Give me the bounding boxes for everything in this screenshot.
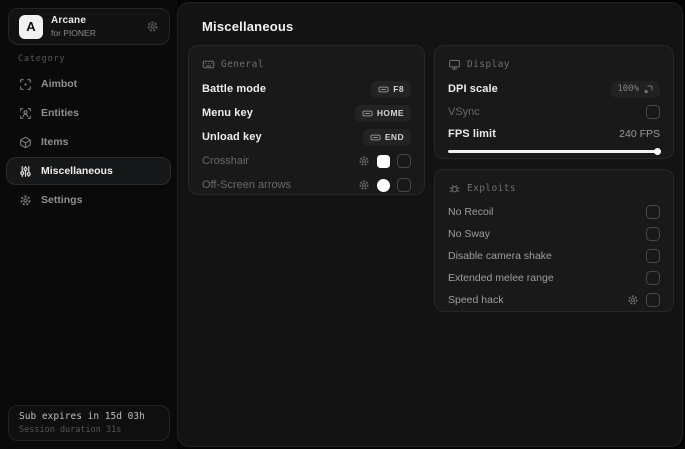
unload-key-row: Unload key END [202, 125, 411, 149]
app-window: A Arcane for PIONER Category Aimbot Enti… [0, 0, 685, 449]
fps-limit-label: FPS limit [448, 128, 496, 140]
crosshair-row: Crosshair [202, 149, 411, 173]
menu-key-keybind[interactable]: HOME [354, 104, 411, 122]
extended-melee-range-row: Extended melee range [448, 267, 660, 289]
fps-limit-slider[interactable] [448, 148, 661, 155]
offscreen-arrows-row: Off-Screen arrows [202, 173, 411, 197]
panel-title: Exploits [467, 182, 516, 194]
dpi-scale-row: DPI scale 100% [448, 77, 660, 101]
keyboard-icon [370, 132, 381, 143]
sidebar-item-items[interactable]: Items [6, 128, 171, 156]
extended-melee-range-checkbox[interactable] [646, 271, 660, 285]
offscreen-arrows-checkbox[interactable] [397, 178, 411, 192]
crosshair-color-swatch[interactable] [377, 154, 390, 168]
sidebar-item-label: Miscellaneous [41, 165, 113, 177]
no-recoil-checkbox[interactable] [646, 205, 660, 219]
app-logo-card: A Arcane for PIONER [8, 8, 170, 45]
fps-limit-value: 240 FPS [619, 128, 660, 140]
monitor-icon [448, 58, 461, 71]
sidebar: A Arcane for PIONER Category Aimbot Enti… [0, 0, 177, 449]
bug-icon [448, 182, 461, 195]
battle-mode-keybind[interactable]: F8 [371, 80, 411, 98]
sidebar-item-label: Items [41, 136, 69, 148]
no-sway-label: No Sway [448, 228, 491, 240]
keyboard-icon [362, 108, 373, 119]
display-panel-header: Display [448, 57, 660, 71]
crosshair-settings-gear-icon[interactable] [358, 155, 370, 167]
disable-camera-shake-label: Disable camera shake [448, 250, 552, 262]
general-panel: General Battle mode F8 Menu key HOME Unl… [188, 45, 425, 195]
disable-camera-shake-checkbox[interactable] [646, 249, 660, 263]
exploits-panel: Exploits No Recoil No Sway Disable camer… [434, 169, 674, 312]
general-panel-header: General [202, 57, 411, 71]
panel-title: General [221, 58, 264, 70]
app-subtitle: for PIONER [51, 28, 96, 38]
page-title: Miscellaneous [202, 19, 294, 34]
subscription-status-card: Sub expires in 15d 03h Session duration … [8, 405, 170, 441]
sidebar-item-label: Aimbot [41, 78, 78, 90]
battle-mode-row: Battle mode F8 [202, 77, 411, 101]
scale-icon [643, 84, 654, 95]
unload-key-keybind[interactable]: END [362, 128, 411, 146]
vsync-checkbox[interactable] [646, 105, 660, 119]
no-recoil-row: No Recoil [448, 201, 660, 223]
keyboard-icon [378, 84, 389, 95]
vsync-label: VSync [448, 106, 480, 118]
sub-expiry-text: Sub expires in 15d 03h [19, 411, 145, 422]
sliders-icon [19, 165, 32, 178]
gear-icon [19, 194, 32, 207]
sidebar-item-settings[interactable]: Settings [6, 186, 171, 214]
dpi-scale-button[interactable]: 100% [611, 80, 660, 98]
offscreen-arrows-color-swatch[interactable] [377, 178, 390, 192]
scan-target-icon [19, 78, 32, 91]
category-label: Category [18, 54, 66, 64]
keyboard-icon [202, 58, 215, 71]
keybind-value: END [384, 132, 404, 142]
menu-key-label: Menu key [202, 107, 253, 119]
speed-hack-settings-gear-icon[interactable] [627, 294, 639, 306]
unload-key-label: Unload key [202, 131, 262, 143]
sidebar-item-label: Entities [41, 107, 79, 119]
extended-melee-range-label: Extended melee range [448, 272, 554, 284]
settings-gear-icon[interactable] [146, 20, 159, 33]
offscreen-arrows-label: Off-Screen arrows [202, 179, 292, 191]
keybind-value: HOME [376, 108, 404, 118]
sidebar-item-miscellaneous[interactable]: Miscellaneous [6, 157, 171, 185]
crosshair-checkbox[interactable] [397, 154, 411, 168]
fps-limit-row: FPS limit 240 FPS [448, 123, 660, 145]
speed-hack-label: Speed hack [448, 294, 504, 306]
offscreen-arrows-settings-gear-icon[interactable] [358, 179, 370, 191]
no-recoil-label: No Recoil [448, 206, 494, 218]
speed-hack-checkbox[interactable] [646, 293, 660, 307]
disable-camera-shake-row: Disable camera shake [448, 245, 660, 267]
keybind-value: F8 [393, 84, 404, 94]
dpi-scale-label: DPI scale [448, 83, 498, 95]
dpi-scale-value: 100% [617, 84, 639, 94]
app-name: Arcane [51, 15, 87, 26]
no-sway-row: No Sway [448, 223, 660, 245]
crosshair-label: Crosshair [202, 155, 250, 167]
panel-title: Display [467, 58, 510, 70]
battle-mode-label: Battle mode [202, 83, 267, 95]
sidebar-nav: Aimbot Entities Items Miscellaneous Sett… [0, 70, 177, 215]
exploits-panel-header: Exploits [448, 181, 660, 195]
menu-key-row: Menu key HOME [202, 101, 411, 125]
display-panel: Display DPI scale 100% VSync FPS limit 2… [434, 45, 674, 159]
speed-hack-row: Speed hack [448, 289, 660, 311]
session-duration-text: Session duration 31s [19, 425, 122, 435]
cube-icon [19, 136, 32, 149]
main-content: Miscellaneous General Battle mode F8 Men… [177, 2, 683, 447]
sidebar-item-entities[interactable]: Entities [6, 99, 171, 127]
vsync-row: VSync [448, 101, 660, 123]
sidebar-item-label: Settings [41, 194, 83, 206]
no-sway-checkbox[interactable] [646, 227, 660, 241]
sidebar-item-aimbot[interactable]: Aimbot [6, 70, 171, 98]
app-logo: A [19, 14, 43, 39]
entities-icon [19, 107, 32, 120]
slider-knob[interactable] [654, 148, 661, 155]
